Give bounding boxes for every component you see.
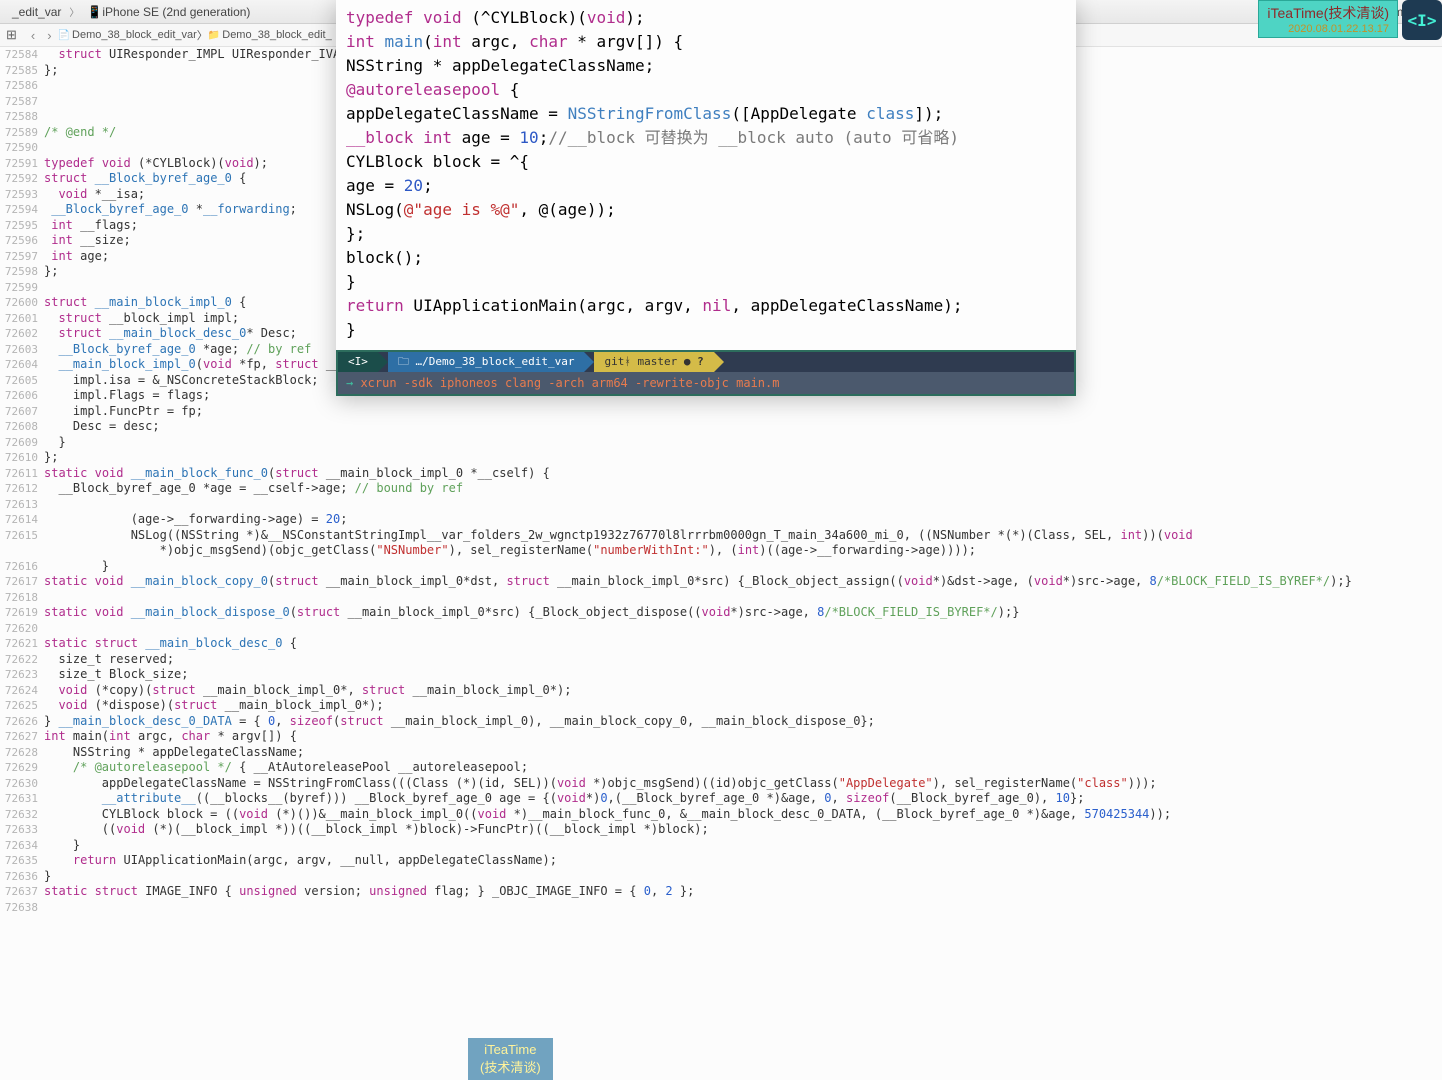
code-overlay: typedef void (^CYLBlock)(void); int main… (336, 0, 1076, 396)
doc-icon (58, 29, 72, 41)
scheme[interactable]: _edit_var (6, 5, 67, 19)
badge-title: iTeaTime(技术清谈) (1267, 5, 1389, 21)
chevron-right-icon: 〉 (69, 4, 79, 19)
terminal-command[interactable]: → xcrun -sdk iphoneos clang -arch arm64 … (338, 372, 1074, 394)
nav-fwd-icon[interactable]: › (41, 28, 57, 43)
line-gutter: 72584 72585 72586 72587 72588 72589 7259… (0, 47, 44, 1080)
footer-badge: iTeaTime (技术清谈) (468, 1038, 553, 1080)
nav-back-icon[interactable]: ‹ (25, 28, 41, 43)
term-path: 🗀 …/Demo_38_block_edit_var (388, 352, 585, 372)
watermark-badge: iTeaTime(技术清谈) 2020.08.01.22.13.17 <I> (1258, 0, 1442, 40)
breadcrumb-folder[interactable]: Demo_38_block_edit_ (222, 29, 331, 41)
terminal-strip: <I> 🗀 …/Demo_38_block_edit_var git ᚼ mas… (336, 350, 1076, 396)
folder-icon (208, 29, 222, 41)
badge-date: 2020.08.01.22.13.17 (1267, 23, 1389, 35)
badge-logo-icon: <I> (1402, 0, 1442, 40)
grid-icon[interactable] (6, 27, 25, 43)
breadcrumb-doc[interactable]: Demo_38_block_edit_var (72, 29, 197, 41)
device[interactable]: 📱 iPhone SE (2nd generation) (81, 5, 256, 19)
chevron-right-icon: 〉 (197, 27, 208, 43)
term-git: git ᚼ master ● ? (594, 352, 713, 372)
term-logo: <I> (338, 352, 378, 372)
